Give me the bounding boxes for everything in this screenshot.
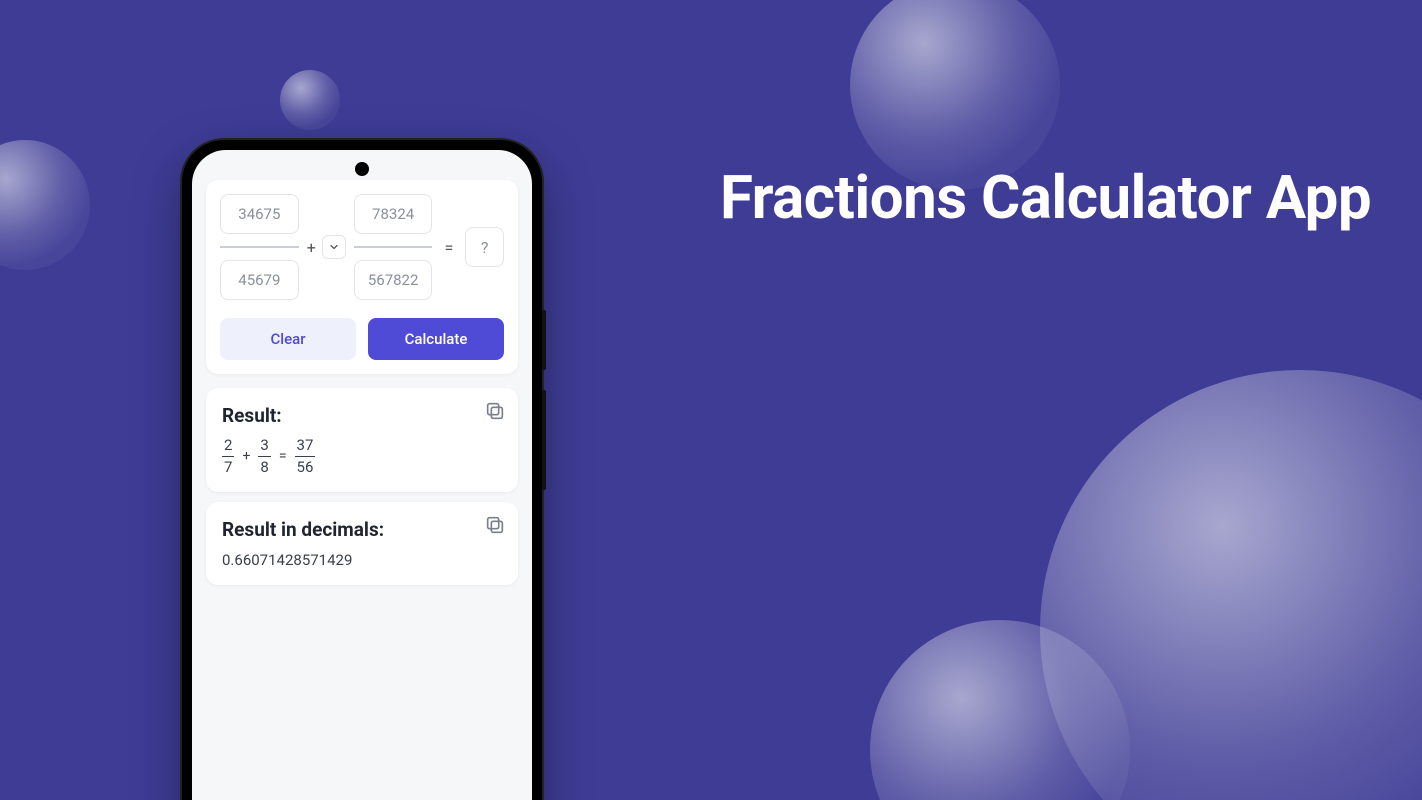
result-decimal-value: 0.66071428571429	[222, 551, 502, 569]
operator-dropdown[interactable]	[322, 235, 346, 259]
numerator-2-input[interactable]: 78324	[354, 194, 433, 234]
fraction-input-row: 34675 45679 + 78324	[220, 194, 504, 300]
result-numerator: 37	[295, 437, 316, 454]
decorative-sphere	[870, 620, 1130, 800]
chevron-down-icon	[328, 241, 340, 253]
operator-selector: +	[307, 235, 346, 259]
promo-stage: Fractions Calculator App 34675 45679 +	[0, 0, 1422, 800]
operand-a-denominator: 7	[222, 459, 234, 476]
phone-side-button	[542, 390, 546, 490]
fraction-bar	[258, 456, 270, 458]
result-decimal-card: Result in decimals: 0.66071428571429	[206, 502, 518, 585]
result-decimal-title: Result in decimals:	[222, 518, 502, 541]
result-operand-b: 3 8	[258, 437, 270, 476]
phone-mockup: 34675 45679 + 78324	[182, 140, 542, 800]
result-expression: 2 7 + 3 8 = 37 56	[222, 437, 502, 476]
page-title: Fractions Calculator App	[720, 160, 1371, 235]
clear-button[interactable]: Clear	[220, 318, 356, 360]
result-title: Result:	[222, 404, 502, 427]
result-operator: +	[242, 448, 250, 464]
phone-screen: 34675 45679 + 78324	[192, 150, 532, 800]
fraction-bar	[295, 456, 316, 458]
fraction-2: 78324 567822	[354, 194, 433, 300]
denominator-2-input[interactable]: 567822	[354, 260, 433, 300]
action-buttons: Clear Calculate	[220, 318, 504, 360]
decorative-sphere	[1040, 370, 1422, 800]
fraction-bar	[354, 246, 433, 248]
operand-b-numerator: 3	[258, 437, 270, 454]
decorative-sphere	[280, 70, 340, 130]
result-fraction-card: Result: 2 7 + 3 8 = 37	[206, 388, 518, 492]
result-denominator: 56	[295, 459, 316, 476]
operand-b-denominator: 8	[258, 459, 270, 476]
operator-sign: +	[307, 238, 316, 257]
result-operand-a: 2 7	[222, 437, 234, 476]
equals-sign: =	[444, 238, 453, 257]
operand-a-numerator: 2	[222, 437, 234, 454]
fraction-bar	[220, 246, 299, 248]
copy-icon[interactable]	[484, 400, 506, 422]
phone-side-button	[542, 310, 546, 370]
numerator-1-input[interactable]: 34675	[220, 194, 299, 234]
result-placeholder: ?	[465, 227, 504, 267]
result-equals: =	[279, 448, 287, 464]
fraction-bar	[222, 456, 234, 458]
result-value: 37 56	[295, 437, 316, 476]
decorative-sphere	[0, 140, 90, 270]
calculator-input-card: 34675 45679 + 78324	[206, 180, 518, 374]
copy-icon[interactable]	[484, 514, 506, 536]
phone-camera-hole	[355, 162, 369, 176]
calculate-button[interactable]: Calculate	[368, 318, 504, 360]
denominator-1-input[interactable]: 45679	[220, 260, 299, 300]
fraction-1: 34675 45679	[220, 194, 299, 300]
